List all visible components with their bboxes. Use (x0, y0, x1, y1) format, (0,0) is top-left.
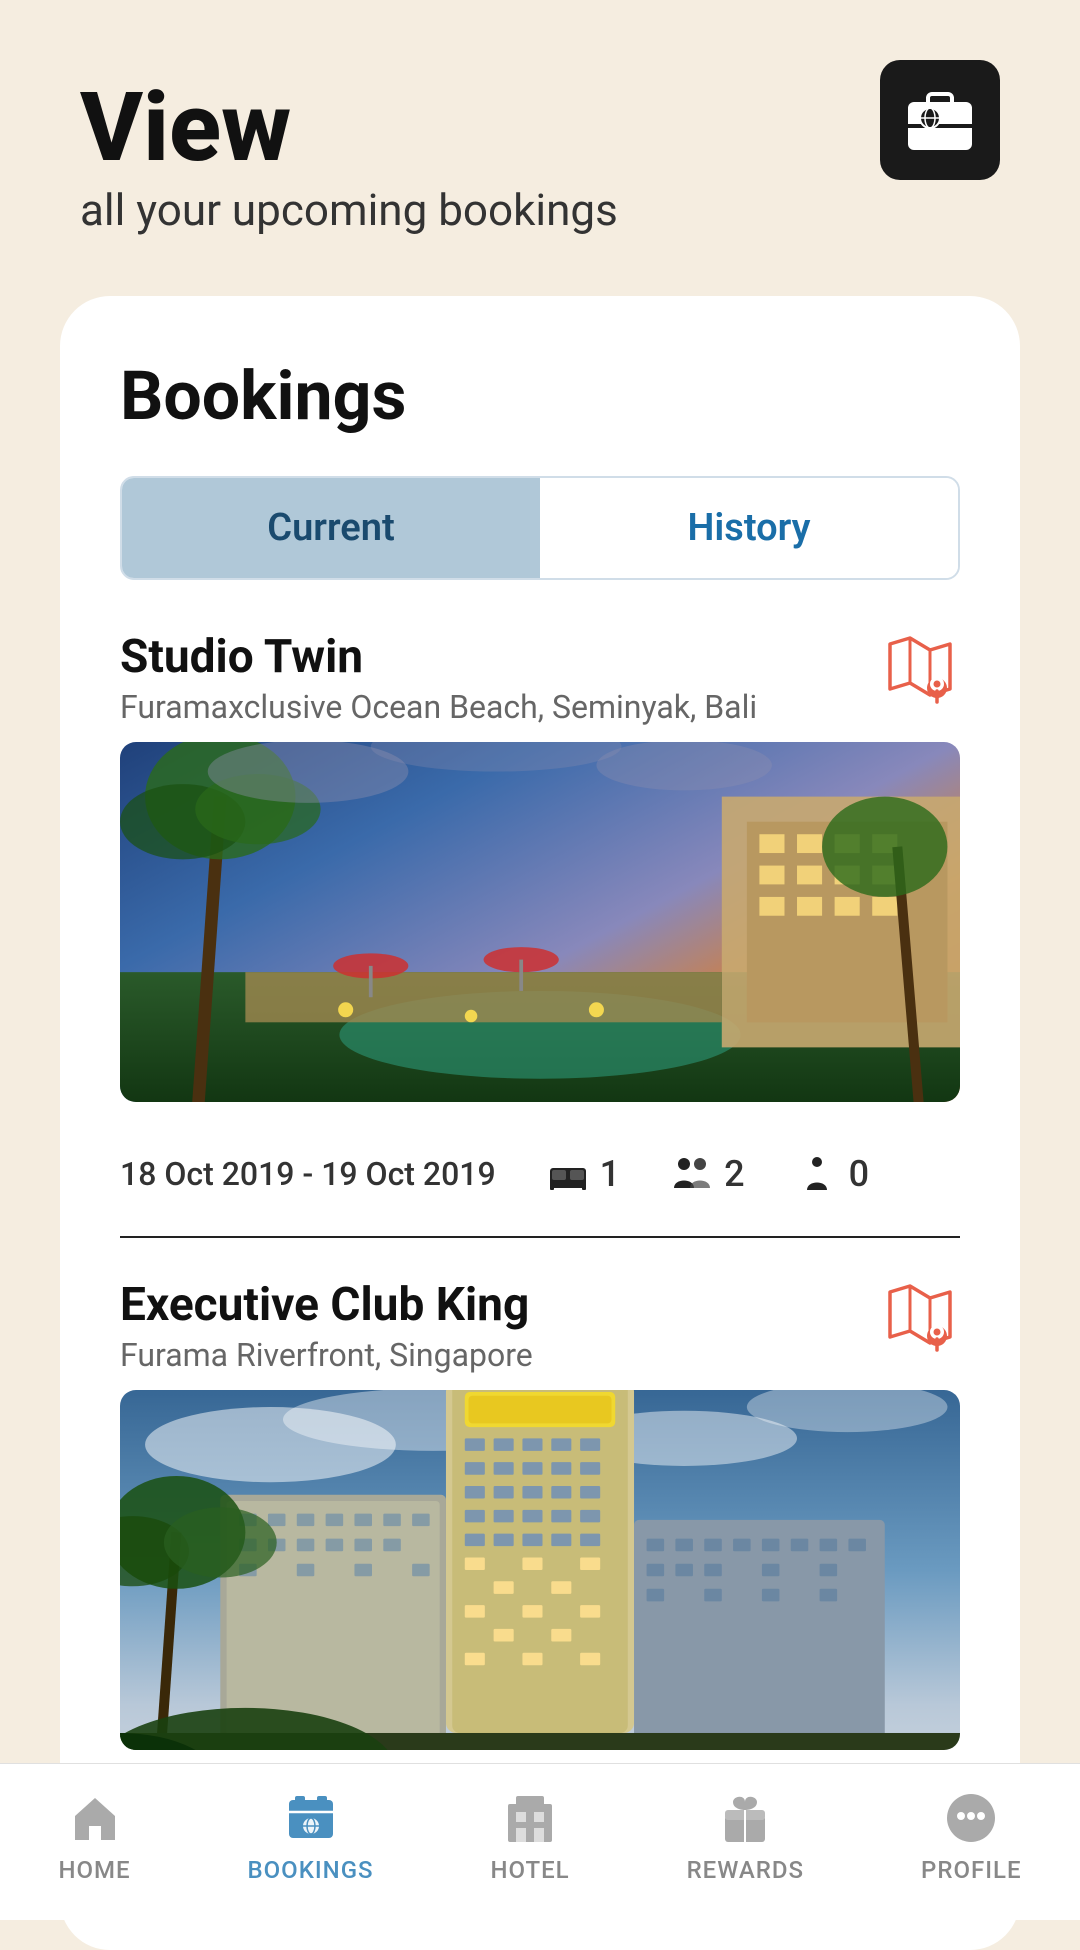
booking-divider-1 (120, 1236, 960, 1238)
hotel-name-2: Furama Riverfront, Singapore (120, 1336, 533, 1374)
nav-label-hotel: HOTEL (491, 1856, 570, 1884)
rooms-count: 1 (600, 1153, 620, 1195)
hotel-image-bali (120, 742, 960, 1102)
room-name-1: Studio Twin (120, 630, 757, 684)
booking-info-1: Studio Twin Furamaxclusive Ocean Beach, … (120, 630, 757, 726)
page-subtitle: all your upcoming bookings (80, 184, 1000, 236)
booking-details-1: 18 Oct 2019 - 19 Oct 2019 1 (120, 1132, 960, 1226)
tab-history[interactable]: History (540, 478, 958, 578)
booking-dates-1: 18 Oct 2019 - 19 Oct 2019 (120, 1155, 496, 1193)
adults-count: 2 (724, 1153, 744, 1195)
nav-item-rewards[interactable]: REWARDS (687, 1788, 805, 1884)
room-name-2: Executive Club King (120, 1278, 533, 1332)
map-location-icon-2[interactable] (880, 1282, 960, 1352)
children-count: 0 (849, 1153, 869, 1195)
tab-switcher: Current History (120, 476, 960, 580)
booking-item-1: Studio Twin Furamaxclusive Ocean Beach, … (120, 630, 960, 1238)
booking-item-2: Executive Club King Furama Riverfront, S… (120, 1278, 960, 1750)
children-detail: 0 (795, 1152, 869, 1196)
nav-item-bookings[interactable]: BOOKINGS (247, 1788, 373, 1884)
nav-label-rewards: REWARDS (687, 1856, 805, 1884)
travel-icon: ✈ (880, 60, 1000, 180)
bottom-nav: HOME BOOKINGS HOTEL (0, 1763, 1080, 1920)
booking-header-2: Executive Club King Furama Riverfront, S… (120, 1278, 960, 1374)
bookings-title: Bookings (120, 356, 960, 436)
hotel-image-singapore (120, 1390, 960, 1750)
adults-detail: 2 (670, 1152, 744, 1196)
nav-label-home: HOME (58, 1856, 130, 1884)
rooms-detail: 1 (546, 1152, 620, 1196)
nav-label-profile: PROFILE (921, 1856, 1022, 1884)
tab-current[interactable]: Current (122, 478, 540, 578)
nav-label-bookings: BOOKINGS (247, 1856, 373, 1884)
nav-item-hotel[interactable]: HOTEL (491, 1788, 570, 1884)
main-card: Bookings Current History Studio Twin Fur… (60, 296, 1020, 1950)
booking-info-2: Executive Club King Furama Riverfront, S… (120, 1278, 533, 1374)
header: View all your upcoming bookings ✈ (0, 0, 1080, 276)
nav-item-profile[interactable]: PROFILE (921, 1788, 1022, 1884)
nav-item-home[interactable]: HOME (58, 1788, 130, 1884)
svg-text:✈: ✈ (946, 108, 961, 129)
booking-header-1: Studio Twin Furamaxclusive Ocean Beach, … (120, 630, 960, 726)
hotel-name-1: Furamaxclusive Ocean Beach, Seminyak, Ba… (120, 688, 757, 726)
page-title: View (80, 80, 1000, 176)
map-location-icon-1[interactable] (880, 634, 960, 704)
